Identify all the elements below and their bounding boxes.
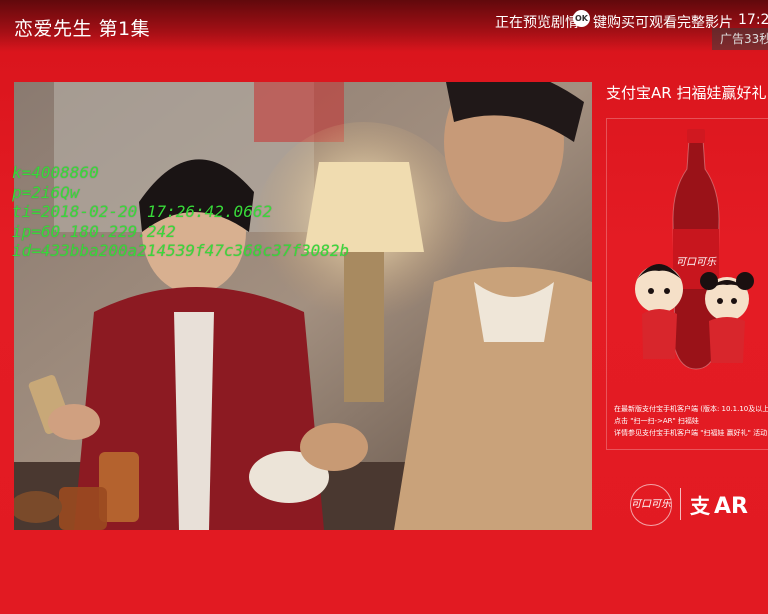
watermark-line: id=433bba200a214539f47c368c37f3082b bbox=[12, 241, 350, 260]
ad-headline: 支付宝AR 扫福娃赢好礼 bbox=[606, 84, 767, 102]
fine-print-line: 详情参见支付宝手机客户端 "扫福娃 赢好礼" 活动 bbox=[614, 429, 768, 437]
ar-text: AR bbox=[714, 494, 748, 519]
top-bar: 恋爱先生 第1集 正在预览剧情 OK 键购买可观看完整影片 17:26 广告33… bbox=[0, 0, 768, 52]
ad-countdown: 广告33秒 bbox=[712, 28, 768, 50]
logo-divider bbox=[680, 488, 681, 520]
watermark: k=4008860 p=2i6Qw ti=2018-02-20 17:26:42… bbox=[12, 163, 349, 261]
video-scene-image bbox=[14, 82, 592, 530]
video-frame[interactable] bbox=[14, 82, 592, 530]
watermark-line: ti=2018-02-20 17:26:42.0662 bbox=[12, 202, 273, 221]
ad-fine-print: 在最新版支付宝手机客户端 (版本: 10.1.10及以上) 点击 "扫一扫->A… bbox=[614, 403, 768, 439]
ad-frame: 可口可乐 bbox=[606, 118, 768, 450]
alipay-icon: 支 bbox=[690, 494, 710, 518]
clock: 17:26 bbox=[738, 12, 768, 28]
fine-print-line: 在最新版支付宝手机客户端 (版本: 10.1.10及以上) bbox=[614, 405, 768, 413]
ok-button-icon: OK bbox=[573, 10, 590, 27]
fine-print-line: 点击 "扫一扫->AR" 扫福娃 bbox=[614, 417, 699, 425]
watermark-line: k=4008860 bbox=[12, 163, 99, 182]
alipay-ar-logo: 支 AR bbox=[690, 490, 748, 519]
bottle-label: 可口可乐 bbox=[676, 256, 717, 268]
coca-cola-bottle-image: 可口可乐 bbox=[635, 129, 754, 370]
tv-player-screen: 恋爱先生 第1集 正在预览剧情 OK 键购买可观看完整影片 17:26 广告33… bbox=[0, 0, 768, 614]
show-title: 恋爱先生 第1集 bbox=[14, 18, 151, 40]
preview-label: 正在预览剧情 bbox=[495, 15, 579, 31]
ad-logos: 可口可乐 支 AR bbox=[630, 484, 768, 528]
watermark-line: ip=60.180.229.242 bbox=[12, 221, 176, 241]
coca-cola-logo: 可口可乐 bbox=[630, 484, 672, 526]
ad-panel[interactable]: 支付宝AR 扫福娃赢好礼 可口可乐 在最新版支付宝手机客户端 (版本: 10.1… bbox=[600, 70, 768, 540]
watermark-line: p=2i6Qw bbox=[12, 182, 80, 202]
